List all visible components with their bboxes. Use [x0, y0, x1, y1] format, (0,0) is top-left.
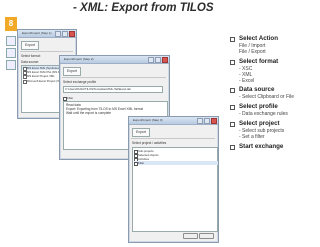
project-select-label: Select project / activities	[132, 141, 167, 145]
window-titlebar[interactable]: Export/Import (Step 3)	[129, 117, 218, 125]
sidebar-tool-icon[interactable]	[6, 48, 16, 58]
window-titlebar[interactable]: Export/Import (Step 2)	[60, 56, 169, 64]
bullet-icon	[230, 145, 235, 150]
step-sub-item: File / Export	[239, 49, 266, 55]
minimize-icon[interactable]	[148, 57, 154, 63]
minimize-icon[interactable]	[55, 31, 61, 37]
bullet-icon	[230, 60, 235, 65]
ok-button[interactable]	[183, 233, 198, 239]
bullet-icon	[230, 122, 235, 127]
step-sub-item: - Select Clipboard or File	[239, 94, 295, 100]
slide-title: - XML: Export from TILOS	[73, 2, 214, 14]
export-button[interactable]: Export	[63, 67, 81, 76]
step-sub-item: - Set a filter	[239, 134, 265, 140]
bullet-icon	[230, 37, 235, 42]
profile-path-field[interactable]: C:\Users\Public\TILOS\Templates\XML-Tab\…	[63, 86, 163, 93]
maximize-icon[interactable]	[204, 118, 210, 124]
export-button[interactable]: Export	[21, 41, 39, 50]
cancel-button[interactable]	[199, 233, 214, 239]
close-icon[interactable]	[211, 118, 217, 124]
window-titlebar[interactable]: Export/Import (Step 1)	[18, 30, 76, 38]
window-title: Export/Import (Step 3)	[133, 118, 163, 122]
window-title: Export/Import (Step 1)	[22, 31, 52, 35]
project-options: Sub-projects Selected objects Activities…	[132, 147, 218, 232]
filter-checkbox[interactable]: Filter	[63, 96, 73, 101]
sidebar-tool-icon[interactable]	[6, 60, 16, 70]
maximize-icon[interactable]	[155, 57, 161, 63]
window-title: Export/Import (Step 2)	[64, 57, 94, 61]
sidebar-tool-icon[interactable]	[6, 36, 16, 46]
maximize-icon[interactable]	[62, 31, 68, 37]
export-button[interactable]: Export	[132, 128, 150, 137]
data-source-label: Data source:	[21, 60, 40, 64]
close-icon[interactable]	[69, 31, 75, 37]
bullet-icon	[230, 105, 235, 110]
status-line: Wait until the export is complete	[66, 111, 112, 115]
filter-checkbox[interactable]: Filter	[134, 161, 218, 166]
format-label: Select format:	[21, 54, 41, 58]
bullet-icon	[230, 88, 235, 93]
export-step3-window: Export/Import (Step 3) Export Select pro…	[128, 116, 219, 243]
tilos-logo: 8	[5, 17, 17, 31]
exchange-profile-label: Select exchange profile	[63, 80, 97, 84]
minimize-icon[interactable]	[197, 118, 203, 124]
close-icon[interactable]	[162, 57, 168, 63]
step-sub-item: - Data exchange rules	[239, 111, 288, 117]
step-sub-item: - Excel	[239, 78, 255, 84]
